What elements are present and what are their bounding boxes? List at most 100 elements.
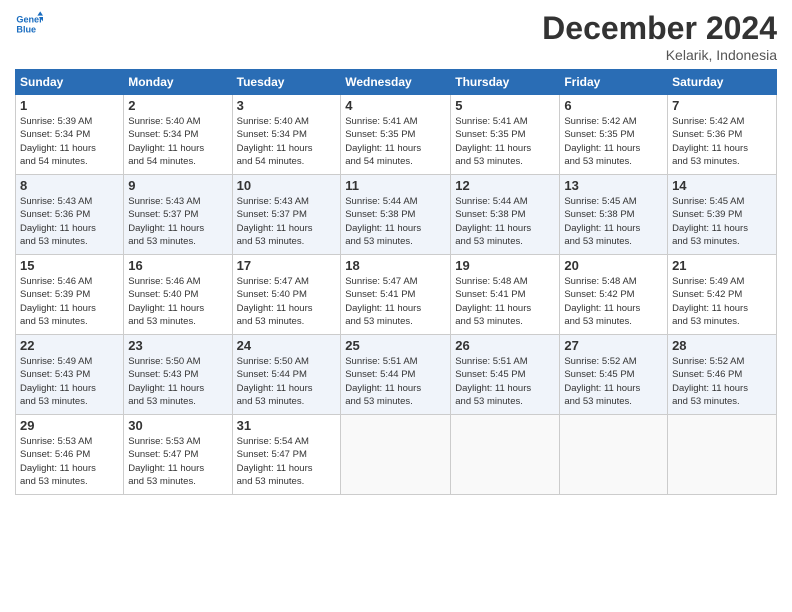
day-cell: 26 Sunrise: 5:51 AM Sunset: 5:45 PM Dayli… <box>451 335 560 415</box>
week-row-5: 29 Sunrise: 5:53 AM Sunset: 5:46 PM Dayli… <box>16 415 777 495</box>
day-cell: 9Sunrise: 5:43 AM Sunset: 5:37 PM Daylig… <box>124 175 232 255</box>
weekday-thursday: Thursday <box>451 70 560 95</box>
day-cell: 23Sunrise: 5:50 AM Sunset: 5:43 PM Dayli… <box>124 335 232 415</box>
day-cell: 20 Sunrise: 5:48 AM Sunset: 5:42 PM Dayli… <box>560 255 668 335</box>
day-number: 30 <box>128 418 227 433</box>
day-info: Sunrise: 5:51 AM Sunset: 5:44 PM Dayligh… <box>345 355 446 408</box>
day-info: Sunrise: 5:52 AM Sunset: 5:46 PM Dayligh… <box>672 355 772 408</box>
day-number: 29 <box>20 418 119 433</box>
day-number: 20 <box>564 258 663 273</box>
day-info: Sunrise: 5:46 AM Sunset: 5:39 PM Dayligh… <box>20 275 119 328</box>
day-cell: 21Sunrise: 5:49 AM Sunset: 5:42 PM Dayli… <box>668 255 777 335</box>
day-cell: 5Sunrise: 5:41 AM Sunset: 5:35 PM Daylig… <box>451 95 560 175</box>
day-info: Sunrise: 5:43 AM Sunset: 5:36 PM Dayligh… <box>20 195 119 248</box>
weekday-monday: Monday <box>124 70 232 95</box>
day-info: Sunrise: 5:49 AM Sunset: 5:42 PM Dayligh… <box>672 275 772 328</box>
weekday-wednesday: Wednesday <box>341 70 451 95</box>
day-number: 13 <box>564 178 663 193</box>
day-number: 31 <box>237 418 337 433</box>
day-cell: 31 Sunrise: 5:54 AM Sunset: 5:47 PM Dayli… <box>232 415 341 495</box>
week-row-1: 1Sunrise: 5:39 AM Sunset: 5:34 PM Daylig… <box>16 95 777 175</box>
day-info: Sunrise: 5:39 AM Sunset: 5:34 PM Dayligh… <box>20 115 119 168</box>
day-cell: 14 Sunrise: 5:45 AM Sunset: 5:39 PM Dayli… <box>668 175 777 255</box>
day-info: Sunrise: 5:50 AM Sunset: 5:43 PM Dayligh… <box>128 355 227 408</box>
day-number: 2 <box>128 98 227 113</box>
weekday-tuesday: Tuesday <box>232 70 341 95</box>
day-number: 15 <box>20 258 119 273</box>
day-number: 26 <box>455 338 555 353</box>
day-info: Sunrise: 5:42 AM Sunset: 5:35 PM Dayligh… <box>564 115 663 168</box>
day-cell <box>668 415 777 495</box>
weekday-sunday: Sunday <box>16 70 124 95</box>
logo-icon: General Blue <box>15 10 43 38</box>
day-info: Sunrise: 5:53 AM Sunset: 5:47 PM Dayligh… <box>128 435 227 488</box>
day-info: Sunrise: 5:43 AM Sunset: 5:37 PM Dayligh… <box>237 195 337 248</box>
day-info: Sunrise: 5:42 AM Sunset: 5:36 PM Dayligh… <box>672 115 772 168</box>
day-number: 3 <box>237 98 337 113</box>
day-number: 14 <box>672 178 772 193</box>
day-number: 22 <box>20 338 119 353</box>
svg-text:Blue: Blue <box>16 24 36 34</box>
day-info: Sunrise: 5:53 AM Sunset: 5:46 PM Dayligh… <box>20 435 119 488</box>
day-cell: 22 Sunrise: 5:49 AM Sunset: 5:43 PM Dayli… <box>16 335 124 415</box>
day-cell <box>560 415 668 495</box>
day-cell <box>341 415 451 495</box>
day-info: Sunrise: 5:49 AM Sunset: 5:43 PM Dayligh… <box>20 355 119 408</box>
svg-text:General: General <box>16 15 43 25</box>
title-block: December 2024 Kelarik, Indonesia <box>542 10 777 63</box>
day-number: 6 <box>564 98 663 113</box>
weekday-friday: Friday <box>560 70 668 95</box>
weekday-header-row: SundayMondayTuesdayWednesdayThursdayFrid… <box>16 70 777 95</box>
day-info: Sunrise: 5:41 AM Sunset: 5:35 PM Dayligh… <box>345 115 446 168</box>
day-number: 18 <box>345 258 446 273</box>
day-number: 25 <box>345 338 446 353</box>
day-number: 4 <box>345 98 446 113</box>
week-row-4: 22 Sunrise: 5:49 AM Sunset: 5:43 PM Dayli… <box>16 335 777 415</box>
day-cell: 24 Sunrise: 5:50 AM Sunset: 5:44 PM Dayli… <box>232 335 341 415</box>
day-cell: 17Sunrise: 5:47 AM Sunset: 5:40 PM Dayli… <box>232 255 341 335</box>
day-cell: 18 Sunrise: 5:47 AM Sunset: 5:41 PM Dayli… <box>341 255 451 335</box>
day-number: 10 <box>237 178 337 193</box>
day-info: Sunrise: 5:45 AM Sunset: 5:39 PM Dayligh… <box>672 195 772 248</box>
day-info: Sunrise: 5:47 AM Sunset: 5:41 PM Dayligh… <box>345 275 446 328</box>
day-info: Sunrise: 5:50 AM Sunset: 5:44 PM Dayligh… <box>237 355 337 408</box>
day-info: Sunrise: 5:44 AM Sunset: 5:38 PM Dayligh… <box>345 195 446 248</box>
day-cell: 11 Sunrise: 5:44 AM Sunset: 5:38 PM Dayli… <box>341 175 451 255</box>
day-cell: 15 Sunrise: 5:46 AM Sunset: 5:39 PM Dayli… <box>16 255 124 335</box>
day-cell: 6 Sunrise: 5:42 AM Sunset: 5:35 PM Daylig… <box>560 95 668 175</box>
day-number: 8 <box>20 178 119 193</box>
day-cell: 27 Sunrise: 5:52 AM Sunset: 5:45 PM Dayli… <box>560 335 668 415</box>
month-title: December 2024 <box>542 10 777 47</box>
day-cell: 19Sunrise: 5:48 AM Sunset: 5:41 PM Dayli… <box>451 255 560 335</box>
day-number: 12 <box>455 178 555 193</box>
day-number: 16 <box>128 258 227 273</box>
day-cell: 2Sunrise: 5:40 AM Sunset: 5:34 PM Daylig… <box>124 95 232 175</box>
week-row-2: 8 Sunrise: 5:43 AM Sunset: 5:36 PM Daylig… <box>16 175 777 255</box>
day-info: Sunrise: 5:47 AM Sunset: 5:40 PM Dayligh… <box>237 275 337 328</box>
day-info: Sunrise: 5:43 AM Sunset: 5:37 PM Dayligh… <box>128 195 227 248</box>
day-number: 19 <box>455 258 555 273</box>
day-info: Sunrise: 5:40 AM Sunset: 5:34 PM Dayligh… <box>237 115 337 168</box>
day-info: Sunrise: 5:52 AM Sunset: 5:45 PM Dayligh… <box>564 355 663 408</box>
day-cell: 29 Sunrise: 5:53 AM Sunset: 5:46 PM Dayli… <box>16 415 124 495</box>
day-number: 28 <box>672 338 772 353</box>
day-info: Sunrise: 5:48 AM Sunset: 5:42 PM Dayligh… <box>564 275 663 328</box>
day-cell: 3 Sunrise: 5:40 AM Sunset: 5:34 PM Daylig… <box>232 95 341 175</box>
day-info: Sunrise: 5:46 AM Sunset: 5:40 PM Dayligh… <box>128 275 227 328</box>
day-cell: 28 Sunrise: 5:52 AM Sunset: 5:46 PM Dayli… <box>668 335 777 415</box>
day-cell: 4 Sunrise: 5:41 AM Sunset: 5:35 PM Daylig… <box>341 95 451 175</box>
day-number: 5 <box>455 98 555 113</box>
day-number: 11 <box>345 178 446 193</box>
day-number: 7 <box>672 98 772 113</box>
day-cell: 7 Sunrise: 5:42 AM Sunset: 5:36 PM Daylig… <box>668 95 777 175</box>
page-header: General Blue December 2024 Kelarik, Indo… <box>15 10 777 63</box>
day-cell: 25 Sunrise: 5:51 AM Sunset: 5:44 PM Dayli… <box>341 335 451 415</box>
day-cell: 1Sunrise: 5:39 AM Sunset: 5:34 PM Daylig… <box>16 95 124 175</box>
location: Kelarik, Indonesia <box>542 47 777 63</box>
day-info: Sunrise: 5:51 AM Sunset: 5:45 PM Dayligh… <box>455 355 555 408</box>
day-number: 27 <box>564 338 663 353</box>
logo: General Blue <box>15 10 43 38</box>
day-number: 24 <box>237 338 337 353</box>
day-cell: 30 Sunrise: 5:53 AM Sunset: 5:47 PM Dayli… <box>124 415 232 495</box>
day-info: Sunrise: 5:54 AM Sunset: 5:47 PM Dayligh… <box>237 435 337 488</box>
